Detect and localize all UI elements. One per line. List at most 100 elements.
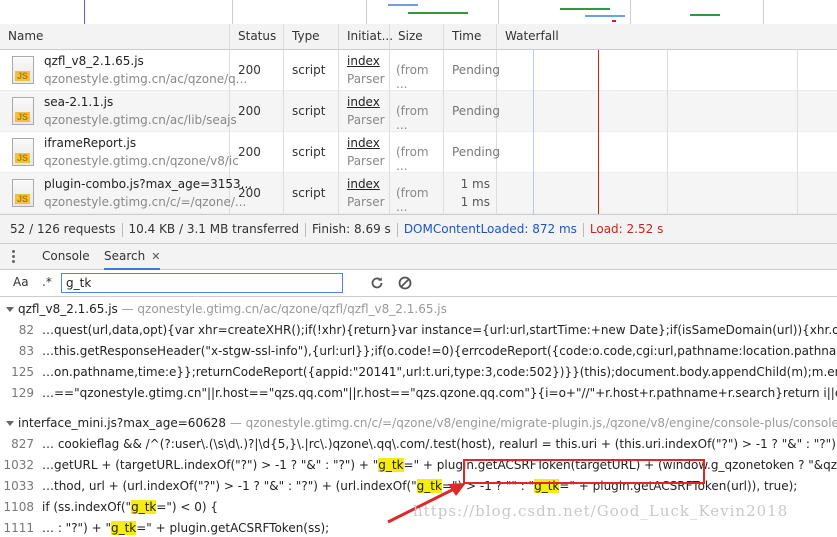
request-name[interactable]: iframeReport.js	[44, 136, 136, 150]
js-file-icon: JS	[12, 97, 34, 125]
cell-status: 200	[230, 132, 284, 173]
request-name[interactable]: qzfl_v8_2.1.65.js	[44, 54, 144, 68]
match-case-toggle[interactable]: Aa	[13, 275, 29, 289]
request-url: qzonestyle.gtimg.cn/ac/qzone/q...	[44, 72, 248, 86]
table-row[interactable]: JS qzfl_v8_2.1.65.js qzonestyle.gtimg.cn/a…	[0, 50, 837, 91]
result-line[interactable]: 82 …quest(url,data,opt){var xhr=createXHR…	[0, 321, 837, 339]
cell-size: (from ...	[390, 173, 444, 214]
clear-icon[interactable]	[397, 275, 413, 291]
overview-bar	[560, 8, 610, 10]
cell-type: script	[284, 50, 339, 91]
initiator-link[interactable]: index	[347, 54, 380, 68]
search-input[interactable]	[61, 273, 343, 293]
line-number: 1111	[3, 521, 34, 535]
initiator-type: Parser	[347, 154, 385, 168]
result-line[interactable]: 827 … cookieflag && /^(?:user\.(\s\d\.)?|…	[0, 435, 837, 453]
table-row[interactable]: JS iframeReport.js qzonestyle.gtimg.cn/qzo…	[0, 132, 837, 173]
refresh-icon[interactable]	[369, 275, 385, 291]
line-code: …quest(url,data,opt){var xhr=createXHR()…	[42, 323, 837, 337]
line-number: 83	[18, 344, 34, 358]
col-waterfall[interactable]: Waterfall	[497, 24, 837, 49]
col-type[interactable]: Type	[284, 24, 339, 49]
cell-initiator: index Parser	[339, 91, 390, 132]
overview-gridline	[763, 0, 764, 24]
expand-triangle-icon[interactable]	[6, 307, 14, 312]
line-code: …thod, url + (url.indexOf("?") > -1 ? "&…	[42, 479, 417, 493]
result-file-name: interface_mini.js?max_age=60628	[18, 416, 226, 430]
line-number: 125	[11, 365, 34, 379]
drawer-menu-icon[interactable]	[12, 250, 16, 264]
table-row[interactable]: JS plugin-combo.js?max_age=3153... qzonest…	[0, 173, 837, 214]
initiator-type: Parser	[347, 195, 385, 209]
overview-bar	[612, 20, 616, 22]
request-type: script	[292, 104, 326, 118]
line-code: if (ss.indexOf("	[42, 500, 132, 514]
line-number: 1108	[3, 500, 34, 514]
request-status: 200	[238, 104, 261, 118]
cell-name: JS sea-2.1.1.js qzonestyle.gtimg.cn/ac/lib…	[0, 91, 237, 132]
load-time: Load: 2.52 s	[589, 222, 664, 236]
request-table: Name Status Type Initiat... Size Time Wa…	[0, 24, 837, 214]
overview-bar	[585, 15, 625, 17]
regex-toggle[interactable]: .*	[42, 275, 52, 289]
overview-gridline	[498, 0, 499, 24]
line-code-rest: =") < 0) {	[156, 500, 219, 514]
tab-search[interactable]: Search ✕	[104, 244, 161, 270]
request-type: script	[292, 186, 326, 200]
overview-gridline	[366, 0, 367, 24]
col-size[interactable]: Size	[390, 24, 444, 49]
line-number: 1033	[3, 479, 34, 493]
overview-marker	[84, 0, 85, 24]
line-code: …on.pathname,time:e}};returnCodeReport({…	[42, 365, 837, 379]
initiator-link[interactable]: index	[347, 136, 380, 150]
js-file-icon: JS	[12, 179, 34, 207]
col-status[interactable]: Status	[230, 24, 284, 49]
result-file-header[interactable]: qzfl_v8_2.1.65.js — qzonestyle.gtimg.cn/…	[0, 299, 837, 319]
line-number: 129	[11, 386, 34, 400]
request-size: (from ...	[396, 104, 429, 132]
result-file-url: — qzonestyle.gtimg.cn/ac/qzone/qzfl/qzfl…	[121, 302, 447, 316]
overview-gridline	[630, 0, 631, 24]
cell-name: JS plugin-combo.js?max_age=3153... qzonest…	[0, 173, 252, 214]
cell-type: script	[284, 132, 339, 173]
tab-console[interactable]: Console	[42, 244, 90, 270]
result-line[interactable]: 83 …this.getResponseHeader("x-stgw-ssl-in…	[0, 342, 837, 360]
cell-type: script	[284, 91, 339, 132]
table-row[interactable]: JS sea-2.1.1.js qzonestyle.gtimg.cn/ac/lib…	[0, 91, 837, 132]
cell-size: (from ...	[390, 91, 444, 132]
cell-initiator: index Parser	[339, 132, 390, 173]
drawer-tabbar: Console Search ✕	[0, 244, 837, 270]
line-code: … cookieflag && /^(?:user\.(\s\d\.)?|\d{…	[42, 437, 837, 451]
table-header: Name Status Type Initiat... Size Time Wa…	[0, 24, 837, 50]
match-highlight: g_tk	[131, 500, 157, 514]
expand-triangle-icon[interactable]	[6, 421, 14, 426]
annotation-box	[463, 459, 705, 484]
col-time[interactable]: Time	[444, 24, 497, 49]
close-icon[interactable]: ✕	[151, 250, 160, 263]
finish-time: Finish: 8.69 s	[312, 222, 391, 236]
result-line[interactable]: 1032 …getURL + (targetURL.indexOf("?") > …	[0, 456, 837, 474]
request-url: qzonestyle.gtimg.cn/ac/lib/seajs	[44, 113, 237, 127]
overview-bar	[690, 14, 720, 16]
line-number: 827	[11, 437, 34, 451]
request-time: 1 ms	[460, 177, 490, 191]
request-name[interactable]: plugin-combo.js?max_age=3153...	[44, 177, 252, 191]
tab-search-label: Search	[104, 249, 146, 263]
col-name[interactable]: Name	[0, 24, 230, 49]
line-number: 1032	[3, 458, 34, 472]
col-initiator[interactable]: Initiat...	[339, 24, 393, 49]
cell-status: 200	[230, 50, 284, 91]
request-name[interactable]: sea-2.1.1.js	[44, 95, 113, 109]
result-line[interactable]: 129 …=="qzonestyle.gtimg.cn"||r.host=="qz…	[0, 384, 837, 402]
network-overview[interactable]	[0, 0, 837, 25]
cell-time: 1 ms 1 ms	[444, 173, 497, 214]
cell-status: 200	[230, 91, 284, 132]
initiator-link[interactable]: index	[347, 177, 380, 191]
line-code: …getURL + (targetURL.indexOf("?") > -1 ?…	[42, 458, 379, 472]
request-time: Pending	[452, 63, 500, 77]
request-size: (from ...	[396, 186, 429, 214]
result-line[interactable]: 125 …on.pathname,time:e}};returnCodeRepor…	[0, 363, 837, 381]
line-number: 82	[18, 323, 34, 337]
result-file-header[interactable]: interface_mini.js?max_age=60628 — qzones…	[0, 413, 837, 433]
initiator-link[interactable]: index	[347, 95, 380, 109]
